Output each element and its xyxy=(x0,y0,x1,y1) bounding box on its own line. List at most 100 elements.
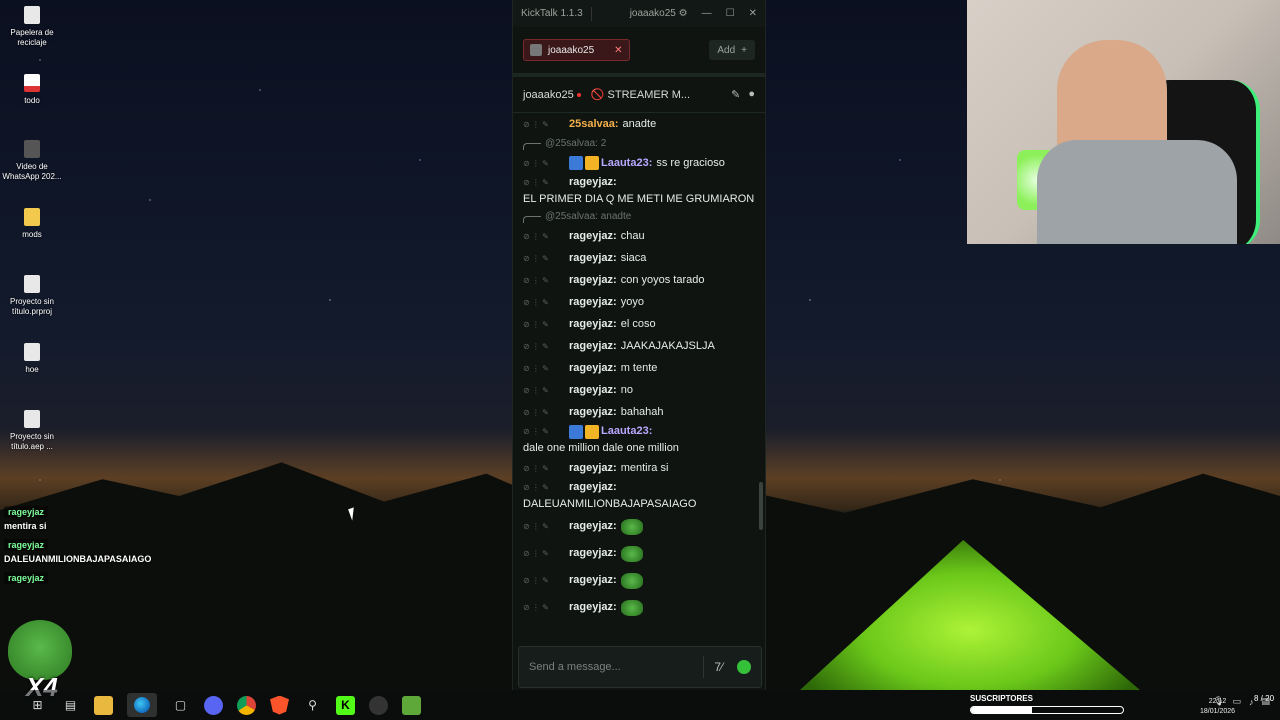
chrome-icon[interactable] xyxy=(237,695,256,715)
message-username[interactable]: rageyjaz: xyxy=(569,572,617,589)
notes-icon[interactable]: ▢ xyxy=(171,696,190,715)
pin-icon[interactable]: ✎ xyxy=(731,88,740,101)
add-label: Add xyxy=(717,44,736,56)
message-username[interactable]: rageyjaz: xyxy=(569,338,617,355)
desktop-icon[interactable]: Proyecto sin título.aep ... xyxy=(0,410,64,452)
current-user[interactable]: joaaako25 xyxy=(630,8,676,19)
file-icon xyxy=(24,275,40,293)
crown-badge-icon xyxy=(585,424,599,439)
chat-message: ⊘ ⋮ ✎ rageyjaz: JAAKAJAKAJSLJA xyxy=(523,335,755,357)
kicktalk-window: KickTalk 1.1.3 joaaako25 ⚙ — ☐ ✕ joaaako… xyxy=(512,0,766,690)
chat-message: ⊘ ⋮ ✎ rageyjaz: siaca xyxy=(523,247,755,269)
chatroom-tabs: joaaako25 ✕ Add + xyxy=(513,27,765,73)
message-actions[interactable]: ⊘ ⋮ ✎ xyxy=(523,116,563,133)
message-actions[interactable]: ⊘ ⋮ ✎ xyxy=(523,228,563,245)
kick-icon[interactable]: K xyxy=(336,695,355,715)
chat-message: ⊘ ⋮ ✎ rageyjaz: yoyo xyxy=(523,291,755,313)
mic-icon[interactable]: 🎙 xyxy=(1213,696,1224,707)
message-username[interactable]: rageyjaz: xyxy=(569,250,617,267)
notification-icon[interactable]: ▤ xyxy=(1261,696,1270,707)
message-text: DALEUANMILIONBAJAPASAIAGO xyxy=(523,498,697,510)
message-actions[interactable]: ⊘ ⋮ ✎ xyxy=(523,250,563,267)
message-username[interactable]: rageyjaz: xyxy=(569,360,617,377)
message-username[interactable]: rageyjaz: xyxy=(569,518,617,535)
desktop-icon[interactable]: Video de WhatsApp 202... xyxy=(0,140,64,182)
brave-icon[interactable] xyxy=(270,695,289,715)
overlay-chat-name: rageyjaz xyxy=(4,539,49,551)
message-actions[interactable]: ⊘ ⋮ ✎ xyxy=(523,423,563,440)
send-icon[interactable] xyxy=(737,660,751,674)
minecraft-icon[interactable] xyxy=(402,695,421,715)
message-actions[interactable]: ⊘ ⋮ ✎ xyxy=(523,174,563,191)
chat-message: ⊘ ⋮ ✎ 25salvaa: anadte xyxy=(523,113,755,135)
message-input[interactable] xyxy=(529,661,694,673)
pdf-file-icon xyxy=(24,74,40,92)
message-actions[interactable]: ⊘ ⋮ ✎ xyxy=(523,599,563,616)
network-icon[interactable]: ▭ xyxy=(1232,696,1241,707)
minimize-icon[interactable]: — xyxy=(702,8,712,19)
message-username[interactable]: rageyjaz: xyxy=(569,174,617,191)
reply-line-icon xyxy=(523,143,541,150)
message-username[interactable]: rageyjaz: xyxy=(569,316,617,333)
chat-scrollbar[interactable] xyxy=(759,482,763,530)
desktop-icon[interactable]: Proyecto sin título.prproj xyxy=(0,275,64,317)
obs-icon[interactable] xyxy=(369,695,388,715)
close-tab-icon[interactable]: ✕ xyxy=(614,45,622,56)
message-text: dale one million dale one million xyxy=(523,442,679,454)
chat-message-list[interactable]: ⊘ ⋮ ✎ 25salvaa: anadte @25salvaa: 2 ⊘ ⋮ ✎… xyxy=(513,113,765,643)
message-actions[interactable]: ⊘ ⋮ ✎ xyxy=(523,518,563,535)
channel-header: joaaako25 🚫 STREAMER M... ✎ ● xyxy=(513,77,765,113)
message-actions[interactable]: ⊘ ⋮ ✎ xyxy=(523,545,563,562)
volume-icon[interactable]: ♪ xyxy=(1249,697,1254,707)
message-username[interactable]: rageyjaz: xyxy=(569,294,617,311)
message-username[interactable]: 25salvaa: xyxy=(569,116,619,133)
message-username[interactable]: Laauta23: xyxy=(601,155,652,172)
channel-tools: ✎ ● xyxy=(731,88,755,101)
message-actions[interactable]: ⊘ ⋮ ✎ xyxy=(523,404,563,421)
start-icon[interactable]: ⊞ xyxy=(28,696,47,715)
message-actions[interactable]: ⊘ ⋮ ✎ xyxy=(523,294,563,311)
channel-name[interactable]: joaaako25 xyxy=(523,89,574,101)
desktop-icon[interactable]: todo xyxy=(0,74,64,106)
task-view-icon[interactable]: ▤ xyxy=(61,696,80,715)
message-username[interactable]: rageyjaz: xyxy=(569,272,617,289)
edge-icon[interactable] xyxy=(127,693,157,717)
message-username[interactable]: rageyjaz: xyxy=(569,545,617,562)
message-actions[interactable]: ⊘ ⋮ ✎ xyxy=(523,272,563,289)
close-icon[interactable]: ✕ xyxy=(749,8,757,19)
message-actions[interactable]: ⊘ ⋮ ✎ xyxy=(523,572,563,589)
emote-picker-icon[interactable]: 7⁄ xyxy=(714,660,723,674)
reply-reference[interactable]: @25salvaa: anadte xyxy=(523,208,755,225)
reply-reference[interactable]: @25salvaa: 2 xyxy=(523,135,755,152)
message-username[interactable]: rageyjaz: xyxy=(569,460,617,477)
add-chatroom-button[interactable]: Add + xyxy=(709,40,755,60)
tab-joaaako25[interactable]: joaaako25 ✕ xyxy=(523,39,630,61)
message-actions[interactable]: ⊘ ⋮ ✎ xyxy=(523,316,563,333)
desktop-icon[interactable]: mods xyxy=(0,208,64,240)
message-username[interactable]: Laauta23: xyxy=(601,423,652,440)
message-username[interactable]: rageyjaz: xyxy=(569,382,617,399)
message-actions[interactable]: ⊘ ⋮ ✎ xyxy=(523,155,563,172)
desktop-icon[interactable]: Papelera de reciclaje xyxy=(0,6,64,48)
message-actions[interactable]: ⊘ ⋮ ✎ xyxy=(523,460,563,477)
overlay-chat-name: rageyjaz xyxy=(4,506,49,518)
message-actions[interactable]: ⊘ ⋮ ✎ xyxy=(523,338,563,355)
discord-icon[interactable] xyxy=(204,695,223,715)
message-username[interactable]: rageyjaz: xyxy=(569,599,617,616)
video-file-icon xyxy=(24,140,40,158)
file-explorer-icon[interactable] xyxy=(94,695,113,715)
message-username[interactable]: rageyjaz: xyxy=(569,228,617,245)
user-icon[interactable]: ● xyxy=(748,88,755,101)
desktop-icon[interactable]: hoe xyxy=(0,343,64,375)
message-username[interactable]: rageyjaz: xyxy=(569,404,617,421)
message-text: anadte xyxy=(622,117,657,130)
gear-icon[interactable]: ⚙ xyxy=(679,8,688,19)
search-icon[interactable]: ⚲ xyxy=(303,696,322,715)
reply-text: @25salvaa: 2 xyxy=(545,138,607,149)
message-actions[interactable]: ⊘ ⋮ ✎ xyxy=(523,382,563,399)
maximize-icon[interactable]: ☐ xyxy=(726,8,735,19)
message-username[interactable]: rageyjaz: xyxy=(569,479,617,496)
kicktalk-titlebar[interactable]: KickTalk 1.1.3 joaaako25 ⚙ — ☐ ✕ xyxy=(513,0,765,27)
message-actions[interactable]: ⊘ ⋮ ✎ xyxy=(523,360,563,377)
message-actions[interactable]: ⊘ ⋮ ✎ xyxy=(523,479,563,496)
